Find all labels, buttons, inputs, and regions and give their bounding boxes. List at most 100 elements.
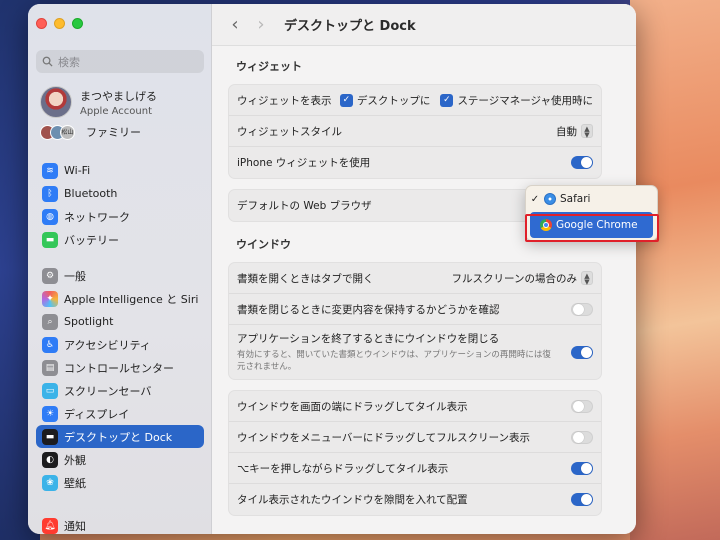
- tiled-margins-row: タイル表示されたウインドウを隙間を入れて配置: [229, 484, 601, 515]
- sidebar-item-accessibility[interactable]: ♿ アクセシビリティ: [36, 333, 204, 356]
- section-title-widgets: ウィジェット: [236, 60, 302, 73]
- family-label: ファミリー: [86, 126, 141, 139]
- updown-chevron-icon: ▲ ▼: [581, 271, 593, 286]
- back-button[interactable]: ‹: [228, 15, 242, 34]
- sidebar-item-screensaver[interactable]: ▭ スクリーンセーバ: [36, 379, 204, 402]
- windows-group: 書類を開くときはタブで開く フルスクリーンの場合のみ ▲ ▼ 書類を閉じるときに変…: [228, 262, 602, 380]
- screensaver-icon: ▭: [42, 382, 58, 399]
- close-windows-toggle[interactable]: [571, 345, 593, 359]
- window-controls: [36, 18, 83, 29]
- sidebar-item-spotlight[interactable]: ⌕ Spotlight: [36, 310, 204, 333]
- row-label: タイル表示されたウインドウを隙間を入れて配置: [237, 494, 468, 506]
- updown-chevron-icon: ▲ ▼: [581, 124, 593, 139]
- family-item[interactable]: 松山 ファミリー: [40, 124, 141, 140]
- open-tabs-row: 書類を開くときはタブで開く フルスクリーンの場合のみ ▲ ▼: [229, 263, 601, 294]
- sidebar-item-label: Wi‑Fi: [64, 164, 91, 177]
- ask-keep-changes-toggle[interactable]: [571, 302, 593, 316]
- bluetooth-icon: ᛒ: [42, 185, 58, 202]
- popup-value: 自動: [556, 125, 577, 138]
- checkmark-icon: ✓: [440, 93, 454, 107]
- row-label: アプリケーションを終了するときにウインドウを閉じる: [237, 333, 500, 345]
- spotlight-icon: ⌕: [42, 313, 58, 330]
- menubar-fullscreen-row: ウインドウをメニューバーにドラッグしてフルスクリーン表示: [229, 422, 601, 453]
- family-avatars: 松山: [40, 124, 75, 140]
- sidebar-item-network[interactable]: ◍ ネットワーク: [36, 205, 204, 228]
- zoom-window-button[interactable]: [72, 18, 83, 29]
- sidebar-item-label: スクリーンセーバ: [64, 384, 152, 398]
- search-icon: [42, 56, 53, 67]
- notifications-icon: 🔔︎: [42, 517, 58, 534]
- checkbox-label: ステージマネージャ使用時に: [457, 94, 593, 107]
- iphone-widgets-toggle[interactable]: [571, 156, 593, 169]
- iphone-widgets-row: iPhone ウィジェットを使用: [229, 147, 601, 178]
- sidebar-item-battery[interactable]: ▬ バッテリー: [36, 228, 204, 251]
- sidebar-item-label: バッテリー: [64, 233, 119, 247]
- safari-icon: [544, 193, 556, 205]
- tiling-group: ウインドウを画面の端にドラッグしてタイル表示 ウインドウをメニューバーにドラッグ…: [228, 390, 602, 516]
- sidebar-item-general[interactable]: ⚙ 一般: [36, 264, 204, 287]
- sidebar-item-apple-intelligence[interactable]: ✦ Apple Intelligence と Siri: [36, 287, 204, 310]
- open-tabs-popup[interactable]: フルスクリーンの場合のみ ▲ ▼: [452, 271, 593, 286]
- menubar-fullscreen-toggle[interactable]: [571, 430, 593, 444]
- account-name: まつやましげる: [80, 89, 157, 103]
- option-tile-row: ⌥キーを押しながらドラッグしてタイル表示: [229, 453, 601, 484]
- sidebar-item-label: 通知: [64, 519, 86, 533]
- sidebar-item-label: ネットワーク: [64, 210, 130, 224]
- ask-keep-changes-row: 書類を閉じるときに変更内容を保持するかどうかを確認: [229, 294, 601, 325]
- widgets-group: ウィジェットを表示 ✓ デスクトップに ✓ ステージマネージャ使用時に ウィジェ…: [228, 84, 602, 179]
- sidebar-item-bluetooth[interactable]: ᛒ Bluetooth: [36, 182, 204, 205]
- row-label: iPhone ウィジェットを使用: [237, 157, 371, 169]
- row-description: 有効にすると、開いていた書類とウインドウは、アプリケーションの再開時には復元され…: [237, 350, 551, 372]
- checkbox-stage-manager[interactable]: ✓ ステージマネージャ使用時に: [440, 93, 593, 108]
- toolbar: ‹ › デスクトップと Dock: [212, 4, 636, 46]
- globe-icon: ◍: [42, 208, 58, 225]
- battery-icon: ▬: [42, 231, 58, 248]
- widget-style-popup[interactable]: 自動 ▲ ▼: [556, 124, 593, 139]
- menu-item-label: Safari: [560, 193, 591, 205]
- display-icon: ☀: [42, 405, 58, 422]
- sidebar-item-wallpaper[interactable]: ❀ 壁紙: [36, 471, 204, 494]
- row-label: デフォルトの Web ブラウザ: [237, 200, 372, 212]
- annotation-highlight-box: [525, 214, 659, 242]
- checkmark-icon: ✓: [339, 93, 353, 107]
- desktop-dock-icon: ▬: [42, 428, 58, 445]
- row-label: ⌥キーを押しながらドラッグしてタイル表示: [237, 462, 449, 475]
- account-sub: Apple Account: [80, 105, 153, 117]
- checkbox-desktop[interactable]: ✓ デスクトップに: [339, 93, 430, 108]
- family-avatar-badge: 松山: [60, 124, 75, 140]
- sidebar-item-label: 一般: [64, 269, 86, 283]
- tile-edge-toggle[interactable]: [571, 399, 593, 413]
- sidebar-item-desktop-dock[interactable]: ▬ デスクトップと Dock: [36, 425, 204, 448]
- sidebar-item-wifi[interactable]: ≋ Wi‑Fi: [36, 159, 204, 182]
- sidebar-group-settings: ⚙ 一般 ✦ Apple Intelligence と Siri ⌕ Spotl…: [36, 264, 204, 494]
- option-tile-toggle[interactable]: [571, 461, 593, 475]
- wifi-icon: ≋: [42, 162, 58, 179]
- gear-icon: ⚙: [42, 267, 58, 284]
- apple-account[interactable]: まつやましげる Apple Account: [40, 86, 157, 118]
- sidebar-item-label: Bluetooth: [64, 187, 118, 200]
- minimize-window-button[interactable]: [54, 18, 65, 29]
- search-placeholder: 検索: [58, 55, 80, 69]
- sidebar-item-appearance[interactable]: ◐ 外観: [36, 448, 204, 471]
- sidebar-item-display[interactable]: ☀ ディスプレイ: [36, 402, 204, 425]
- main-pane: ‹ › デスクトップと Dock ウィジェット ウィジェットを表示 ✓ デスクト…: [212, 4, 636, 534]
- close-window-button[interactable]: [36, 18, 47, 29]
- tile-edge-row: ウインドウを画面の端にドラッグしてタイル表示: [229, 391, 601, 422]
- row-label: 書類を開くときはタブで開く: [237, 272, 374, 285]
- forward-button[interactable]: ›: [254, 15, 268, 34]
- widgets-style-row: ウィジェットスタイル 自動 ▲ ▼: [229, 116, 601, 147]
- tiled-margins-toggle[interactable]: [571, 493, 593, 506]
- checkmark-icon: ✓: [530, 193, 540, 205]
- menu-item-safari[interactable]: ✓ Safari: [526, 186, 657, 212]
- row-label: ウィジェットスタイル: [237, 125, 342, 138]
- sidebar-item-notifications[interactable]: 🔔︎ 通知: [36, 514, 204, 534]
- sidebar-item-label: ディスプレイ: [64, 407, 130, 421]
- sidebar-group-network: ≋ Wi‑Fi ᛒ Bluetooth ◍ ネットワーク ▬ バッテリー: [36, 159, 204, 251]
- popup-value: フルスクリーンの場合のみ: [451, 272, 577, 285]
- search-input[interactable]: 検索: [36, 50, 204, 73]
- sidebar-item-control-center[interactable]: ▤ コントロールセンター: [36, 356, 204, 379]
- accessibility-icon: ♿: [42, 336, 58, 353]
- sidebar-item-label: アクセシビリティ: [64, 338, 151, 352]
- sidebar-item-label: コントロールセンター: [64, 361, 174, 375]
- appearance-icon: ◐: [42, 451, 58, 468]
